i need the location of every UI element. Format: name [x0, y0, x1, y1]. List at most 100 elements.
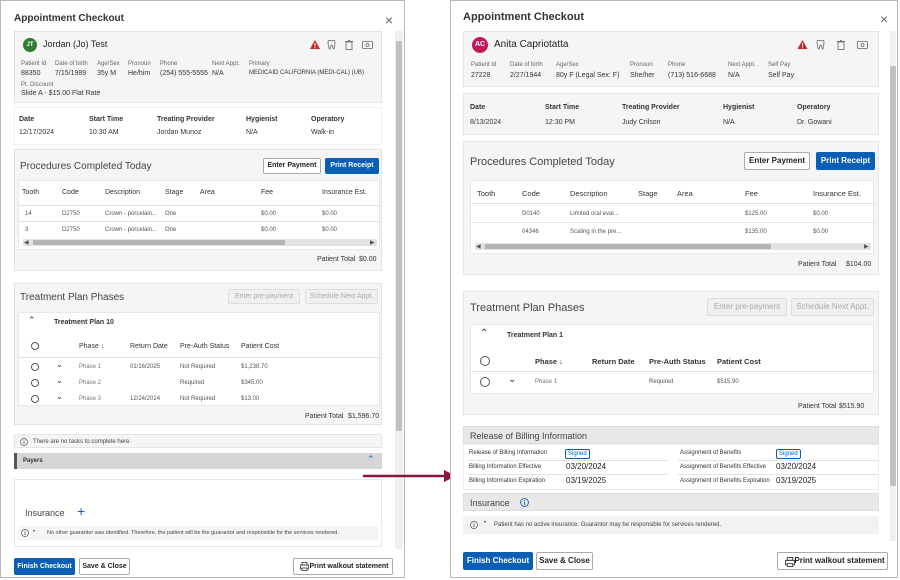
patient-id-label: Patient Id [471, 62, 497, 68]
chevron-up-icon[interactable]: ⌃ [367, 454, 375, 465]
horizontal-scrollbar[interactable]: ◀ ▶ [475, 243, 871, 250]
divider [471, 371, 875, 372]
print-receipt-button[interactable]: Print Receipt [325, 158, 379, 174]
enter-payment-button[interactable]: Enter Payment [744, 152, 810, 170]
cell-insurance-est: $0.00 [813, 229, 829, 235]
phone-label: Phone [160, 61, 178, 67]
table-row[interactable]: ⌄ Phase 1 Required $515.90 [471, 373, 875, 391]
scrollbar-thumb[interactable] [485, 244, 771, 249]
select-all-radio[interactable] [480, 356, 490, 366]
table-row[interactable]: D0140 Limited oral eval... $125.00 $0.00 [471, 206, 875, 222]
enter-prepayment-button[interactable]: Enter pre-payment [707, 298, 787, 316]
chevron-down-icon[interactable]: ⌄ [56, 360, 63, 369]
age-sex-label: Age/Sex [556, 62, 579, 68]
printer-icon [300, 562, 309, 571]
billing-signed-badge: Signed [565, 449, 590, 459]
billing-effective-value: 03/20/2024 [566, 462, 607, 471]
save-close-button[interactable]: Save & Close [79, 558, 130, 575]
table-row[interactable]: ⌄ Phase 1 01/16/2025 Not Required $1,238… [19, 359, 381, 374]
vertical-scrollbar[interactable] [890, 31, 896, 541]
select-all-radio[interactable] [31, 342, 39, 350]
save-close-button[interactable]: Save & Close [536, 552, 593, 570]
scroll-left-icon[interactable]: ◀ [476, 243, 481, 250]
info-icon[interactable] [520, 498, 529, 507]
payers-bar[interactable]: Payers ⌃ [14, 453, 382, 469]
col-phase[interactable]: Phase ↓ [79, 343, 104, 350]
billing-header: Release of Billing Information [463, 426, 879, 444]
scroll-right-icon[interactable]: ▶ [370, 239, 375, 246]
horizontal-scrollbar[interactable]: ◀ ▶ [23, 239, 377, 246]
appointment-info: Date 12/17/2024 Start Time 10:30 AM Trea… [14, 107, 382, 145]
tooth-icon[interactable] [816, 40, 825, 50]
print-walkout-label: Print walkout statement [794, 556, 885, 565]
patient-name[interactable]: Anita Capriotatta [494, 39, 569, 50]
print-walkout-button[interactable]: Print walkout statement [777, 552, 888, 570]
col-preauth: Pre-Auth Status [180, 343, 230, 350]
treatment-plan-section: Treatment Plan Phases Enter pre-payment … [14, 283, 382, 425]
start-time-value: 10:30 AM [89, 129, 119, 136]
plan-total-label: Patient Total [305, 413, 344, 420]
add-insurance-icon[interactable]: + [77, 503, 85, 519]
print-walkout-button[interactable]: Print walkout statement [293, 558, 393, 575]
scrollbar-thumb[interactable] [890, 66, 896, 486]
billing-expiration-value: 03/19/2025 [566, 476, 607, 485]
chevron-down-icon[interactable]: ⌄ [56, 392, 63, 401]
scrollbar-thumb[interactable] [33, 240, 285, 245]
alert-triangle-icon[interactable] [310, 40, 320, 50]
trash-icon[interactable] [345, 40, 353, 50]
close-icon[interactable]: × [880, 11, 888, 27]
enter-prepayment-button[interactable]: Enter pre-payment [228, 289, 300, 304]
col-patient-cost: Patient Cost [241, 343, 280, 350]
row-radio[interactable] [31, 395, 39, 403]
card-icon[interactable] [362, 41, 373, 49]
row-radio[interactable] [480, 377, 490, 387]
col-insurance-est: Insurance Est. [813, 189, 861, 198]
finish-checkout-button[interactable]: Finish Checkout [14, 558, 75, 575]
avatar: JT [23, 38, 37, 52]
col-phase[interactable]: Phase ↓ [535, 357, 563, 366]
chevron-down-icon[interactable]: ⌄ [56, 376, 63, 385]
finish-checkout-button[interactable]: Finish Checkout [463, 552, 533, 570]
cell-phase: Phase 1 [79, 364, 102, 370]
chevron-down-icon[interactable]: ⌄ [508, 374, 516, 385]
scroll-left-icon[interactable]: ◀ [24, 239, 29, 246]
scrollbar-thumb[interactable] [396, 41, 402, 431]
row-radio[interactable] [31, 363, 39, 371]
scroll-right-icon[interactable]: ▶ [864, 243, 869, 250]
trash-icon[interactable] [837, 40, 845, 50]
col-preauth: Pre-Auth Status [649, 357, 706, 366]
card-icon[interactable] [857, 41, 868, 49]
table-row[interactable]: 04346 Scaling in the pre... $135.00 $0.0… [471, 224, 875, 240]
schedule-next-button[interactable]: Schedule Next Appt. [305, 289, 378, 304]
table-row[interactable]: ⌄ Phase 2 Required $345.00 [19, 375, 381, 390]
cell-return-date: 01/16/2025 [130, 364, 161, 370]
procedures-table: Tooth Code Description Stage Area Fee In… [18, 180, 381, 250]
print-walkout-label: Print walkout statement [309, 563, 389, 570]
treatment-plan-section: Treatment Plan Phases Enter pre-payment … [463, 291, 879, 415]
alert-triangle-icon[interactable] [797, 40, 808, 50]
hygienist-value: N/A [246, 129, 258, 136]
chevron-up-icon[interactable]: ⌃ [480, 328, 488, 339]
table-row[interactable]: 14 D2750 Crown - porcelain... One $0.00 … [19, 207, 381, 221]
patient-name[interactable]: Jordan (Jo) Test [43, 39, 107, 49]
divider [678, 474, 878, 475]
close-icon[interactable]: × [385, 12, 393, 28]
info-icon [21, 529, 29, 537]
appointment-info: Date 8/13/2024 Start Time 12:30 PM Treat… [463, 93, 879, 135]
table-row[interactable]: ⌄ Phase 3 12/24/2024 Not Required $13.00 [19, 391, 381, 406]
patient-total-label: Patient Total [798, 261, 837, 268]
dob-label: Date of birth [55, 61, 88, 67]
row-radio[interactable] [31, 379, 39, 387]
guarantor-note: • No other guarantor was identified. The… [18, 526, 378, 540]
table-row[interactable]: 3 D2750 Crown - porcelain... One $0.00 $… [19, 223, 381, 237]
cell-code: D2750 [62, 211, 80, 217]
pronoun-label: Pronoun [630, 62, 653, 68]
treatment-plan-table: ⌃ Treatment Plan 10 Phase ↓ Return Date … [18, 312, 381, 406]
print-receipt-button[interactable]: Print Receipt [816, 152, 875, 170]
phone-value: (713) 516-6688 [668, 72, 716, 79]
tooth-icon[interactable] [327, 40, 336, 50]
assign-effective-label: Assignment of Benefits Effective [680, 464, 766, 470]
chevron-up-icon[interactable]: ⌃ [28, 315, 36, 326]
schedule-next-button[interactable]: Schedule Next Appt. [791, 298, 874, 316]
enter-payment-button[interactable]: Enter Payment [263, 158, 321, 174]
